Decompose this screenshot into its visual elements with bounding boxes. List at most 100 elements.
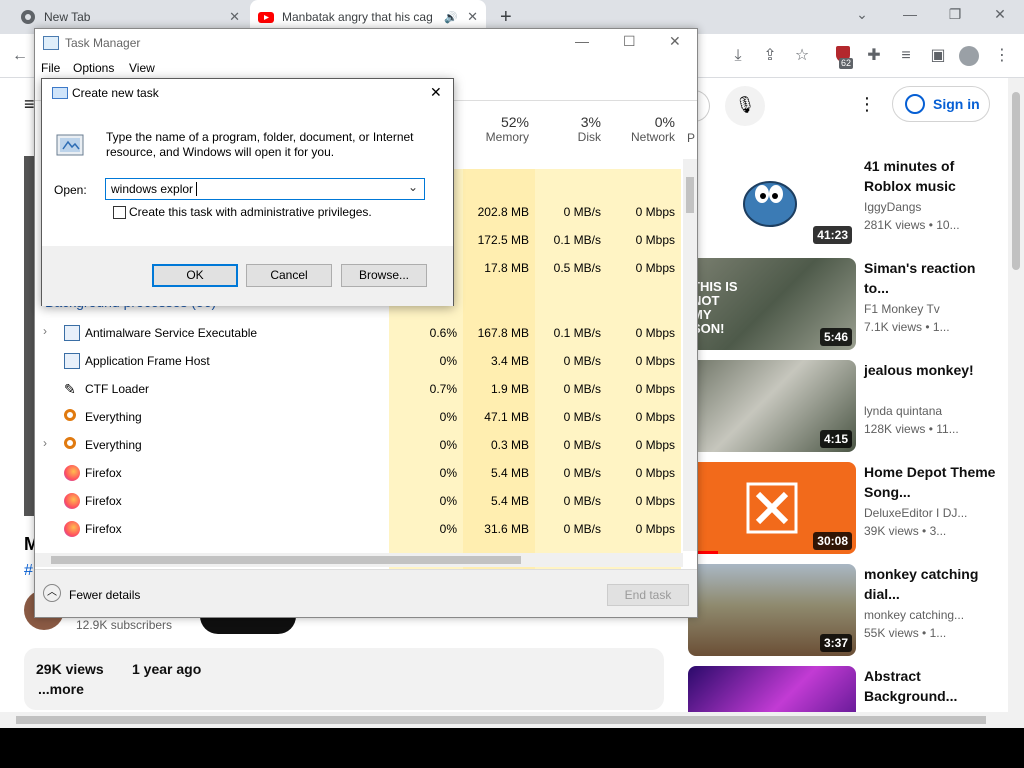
video-thumbnail[interactable]: 41:23 [688,156,856,248]
shield-window-icon [64,325,80,341]
install-icon[interactable]: ⤓ [728,46,748,66]
video-thumbnail[interactable]: 3:37 [688,564,856,656]
expand-chevron-icon[interactable]: › [43,436,47,450]
task-manager-title: Task Manager [65,36,141,50]
table-row[interactable]: Everything 0% 47.1 MB 0 MB/s 0 Mbps [35,403,683,431]
profile-icon[interactable] [959,46,979,66]
network-column-header[interactable]: 0% Network [607,114,675,144]
restore-button[interactable]: ❐ [945,6,965,23]
recommendation-title[interactable]: 41 minutes of Roblox music [864,156,1004,196]
user-circle-icon [905,94,925,114]
tm-close-button[interactable]: ✕ [669,33,681,50]
fewer-details-link[interactable]: Fewer details [69,588,140,602]
recommendation-channel[interactable]: monkey catching... [864,608,964,622]
microphone-icon[interactable]: 🎙 [725,86,765,126]
table-row[interactable]: ✎ CTF Loader 0.7% 1.9 MB 0 MB/s 0 Mbps [35,375,683,403]
tm-horizontal-scroll-thumb[interactable] [51,556,521,564]
table-row[interactable]: Firefox 0% 5.4 MB 0 MB/s 0 Mbps [35,459,683,487]
extension-shield-icon[interactable]: 62 [833,46,854,69]
table-row[interactable]: › Antimalware Service Executable 0.6% 16… [35,319,683,347]
fewer-details-chevron-icon[interactable]: ︿ [43,584,61,602]
recommendation-title[interactable]: Home Depot Theme Song... [864,462,1004,502]
magnifier-icon [64,409,76,421]
horizontal-scrollbar[interactable] [0,712,1008,728]
tm-vertical-scrollbar[interactable] [683,159,697,551]
table-row[interactable]: Application Frame Host 0% 3.4 MB 0 MB/s … [35,347,683,375]
task-manager-titlebar[interactable]: Task Manager — ☐ ✕ [35,29,697,57]
new-tab-button[interactable]: + [500,6,512,29]
recommendation-views: 281K views • 10... [864,218,960,232]
open-combobox[interactable]: windows explor ⌄ [105,178,425,200]
extension-badge: 62 [839,58,854,69]
tm-minimize-button[interactable]: — [575,33,589,49]
duration-badge: 5:46 [819,328,852,346]
tm-maximize-button[interactable]: ☐ [623,33,636,50]
recommendation-channel[interactable]: lynda quintana [864,404,942,418]
table-row[interactable]: Firefox 0% 5.4 MB 0 MB/s 0 Mbps [35,487,683,515]
table-row[interactable]: › Everything 0% 0.3 MB 0 MB/s 0 Mbps [35,431,683,459]
hamburger-icon[interactable]: ≡ [24,94,35,115]
dialog-close-button[interactable]: ✕ [430,84,442,101]
cancel-button[interactable]: Cancel [246,264,332,287]
description-box[interactable]: 29K views 1 year ago ...more [24,648,664,710]
recommendation-item[interactable]: 3:37 monkey catching dial... monkey catc… [688,564,1008,656]
video-thumbnail[interactable] [688,666,856,712]
minimize-button[interactable]: — [900,6,920,22]
page-scrollbar[interactable] [1008,78,1024,728]
share-icon[interactable]: ⇪ [760,46,780,66]
open-label: Open: [54,183,87,197]
close-tab-icon[interactable]: ✕ [229,9,240,25]
chevron-down-icon[interactable]: ⌄ [408,180,418,194]
tm-horizontal-scrollbar[interactable] [35,553,683,567]
more-link[interactable]: ...more [38,681,84,697]
expand-chevron-icon[interactable]: › [43,324,47,338]
close-tab-icon[interactable]: ✕ [467,9,478,25]
back-icon[interactable]: ← [10,46,30,66]
upload-age: 1 year ago [132,661,202,677]
tab-search-icon[interactable]: ⌄ [852,6,872,23]
video-thumbnail[interactable]: 4:15 [688,360,856,452]
close-window-button[interactable]: ✕ [990,6,1010,23]
side-panel-icon[interactable]: ▣ [928,46,948,66]
recommendation-item[interactable]: 4:15 jealous monkey! lynda quintana 128K… [688,360,1008,452]
end-task-button[interactable]: End task [607,584,689,606]
hashtag-link[interactable]: # [24,562,33,580]
page-scrollbar-thumb[interactable] [1012,92,1020,270]
disk-column-header[interactable]: 3% Disk [535,114,601,144]
settings-dots-icon[interactable]: ⋮ [858,94,876,115]
table-row[interactable]: Firefox 0% 31.6 MB 0 MB/s 0 Mbps [35,515,683,543]
open-input[interactable]: windows explor [111,182,193,196]
extensions-puzzle-icon[interactable]: ✚ [864,46,884,66]
horizontal-scrollbar-thumb[interactable] [16,716,986,724]
bookmark-star-icon[interactable]: ☆ [792,46,812,66]
recommendation-title[interactable]: Siman's reaction to... [864,258,1004,298]
recommendation-item[interactable]: Abstract Background... [688,666,1008,712]
sign-in-button[interactable]: Sign in [892,86,990,122]
pen-icon: ✎ [64,381,76,397]
audio-playing-icon[interactable]: 🔊 [444,11,458,24]
ok-button[interactable]: OK [152,264,238,287]
admin-checkbox-label[interactable]: Create this task with administrative pri… [129,205,372,219]
video-thumbnail[interactable]: 30:08 [688,462,856,554]
recommendation-item[interactable]: 41:23 41 minutes of Roblox music IggyDan… [688,156,1008,248]
admin-checkbox[interactable] [113,206,126,219]
tm-vertical-scroll-thumb[interactable] [686,177,694,213]
recommendation-item[interactable]: 30:08 Home Depot Theme Song... DeluxeEdi… [688,462,1008,554]
recommendation-channel[interactable]: F1 Monkey Tv [864,302,940,316]
memory-column-header[interactable]: 52% Memory [463,114,529,144]
menu-view[interactable]: View [129,61,155,75]
tab-title: New Tab [44,10,91,24]
menu-dots-icon[interactable]: ⋮ [992,46,1012,66]
menu-file[interactable]: File [41,61,60,75]
power-column-header[interactable]: P [687,114,699,145]
recommendation-channel[interactable]: IggyDangs [864,200,921,214]
recommendation-title[interactable]: jealous monkey! [864,360,1004,380]
recommendation-title[interactable]: Abstract Background... [864,666,1004,706]
media-control-icon[interactable]: ≡ [896,46,916,66]
video-thumbnail[interactable]: THIS IS NOT MY SON! 5:46 [688,258,856,350]
recommendation-item[interactable]: THIS IS NOT MY SON! 5:46 Siman's reactio… [688,258,1008,350]
browse-button[interactable]: Browse... [341,264,427,287]
menu-options[interactable]: Options [73,61,114,75]
recommendation-title[interactable]: monkey catching dial... [864,564,1004,604]
recommendation-channel[interactable]: DeluxeEditor I DJ... [864,506,967,520]
